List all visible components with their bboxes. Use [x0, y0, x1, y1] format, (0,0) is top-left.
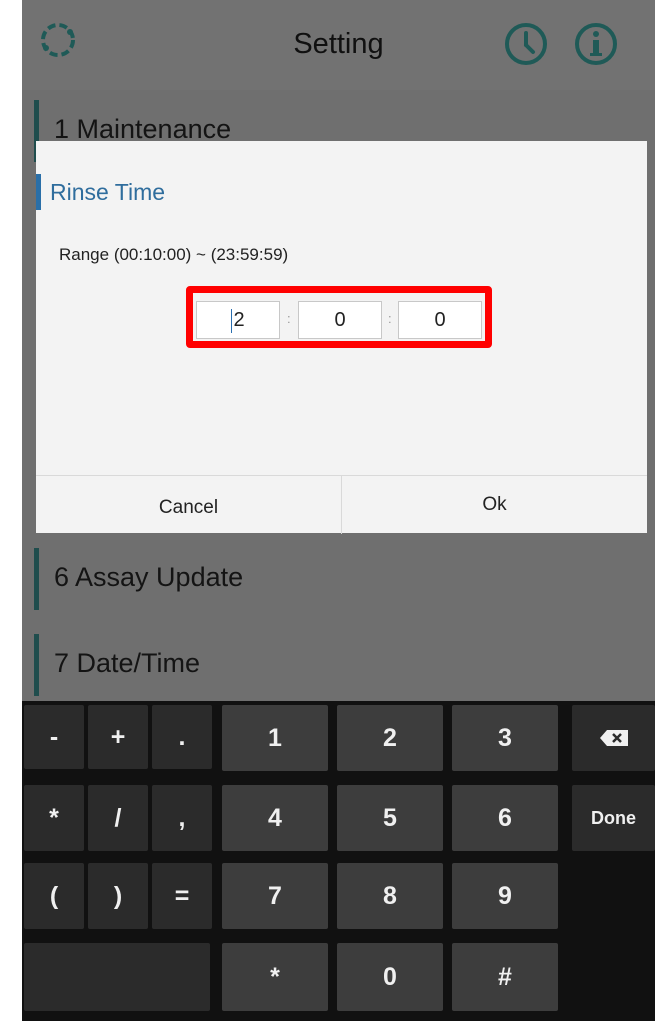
key-minus[interactable]: -	[24, 705, 84, 769]
highlight-box	[186, 286, 492, 348]
key-5[interactable]: 5	[337, 785, 443, 851]
info-icon[interactable]	[574, 22, 618, 66]
backspace-key[interactable]	[572, 705, 655, 771]
list-item-date-time[interactable]: 7 Date/Time	[22, 626, 655, 704]
key-9[interactable]: 9	[452, 863, 558, 929]
list-item-label: 6 Assay Update	[54, 562, 244, 592]
key-hash[interactable]: #	[452, 943, 558, 1011]
device-screen: Setting 1 Maintenance 6 Assay Update 7 D…	[22, 0, 655, 1021]
range-label: Range (00:10:00) ~ (23:59:59)	[59, 245, 289, 264]
list-item-label: 7 Date/Time	[54, 648, 201, 678]
dialog-button-bar: Cancel Ok	[36, 475, 647, 534]
list-item-assay-update[interactable]: 6 Assay Update	[22, 540, 655, 618]
page-title: Setting	[293, 28, 384, 60]
app-header: Setting	[22, 0, 655, 90]
key-period[interactable]: .	[152, 705, 212, 769]
ok-button[interactable]: Ok	[342, 476, 647, 534]
list-item-accent	[34, 548, 39, 610]
numeric-keyboard: - + . 1 2 3 * / , 4 5 6 Done ( ) = 7 8 9…	[22, 701, 655, 1021]
key-2[interactable]: 2	[337, 705, 443, 771]
key-8[interactable]: 8	[337, 863, 443, 929]
key-asterisk[interactable]: *	[24, 785, 84, 851]
done-key[interactable]: Done	[572, 785, 655, 851]
space-key[interactable]	[24, 943, 210, 1011]
key-star[interactable]: *	[222, 943, 328, 1011]
key-open-paren[interactable]: (	[24, 863, 84, 929]
dialog-title: Rinse Time	[50, 179, 166, 205]
key-1[interactable]: 1	[222, 705, 328, 771]
list-item-accent	[34, 634, 39, 696]
key-0[interactable]: 0	[337, 943, 443, 1011]
key-comma[interactable]: ,	[152, 785, 212, 851]
key-plus[interactable]: +	[88, 705, 148, 769]
key-7[interactable]: 7	[222, 863, 328, 929]
cancel-button[interactable]: Cancel	[36, 479, 341, 537]
key-equals[interactable]: =	[152, 863, 212, 929]
key-6[interactable]: 6	[452, 785, 558, 851]
key-slash[interactable]: /	[88, 785, 148, 851]
key-close-paren[interactable]: )	[88, 863, 148, 929]
dialog-title-accent	[36, 174, 41, 210]
key-3[interactable]: 3	[452, 705, 558, 771]
clock-icon[interactable]	[504, 22, 548, 66]
key-4[interactable]: 4	[222, 785, 328, 851]
backspace-icon	[599, 730, 628, 746]
